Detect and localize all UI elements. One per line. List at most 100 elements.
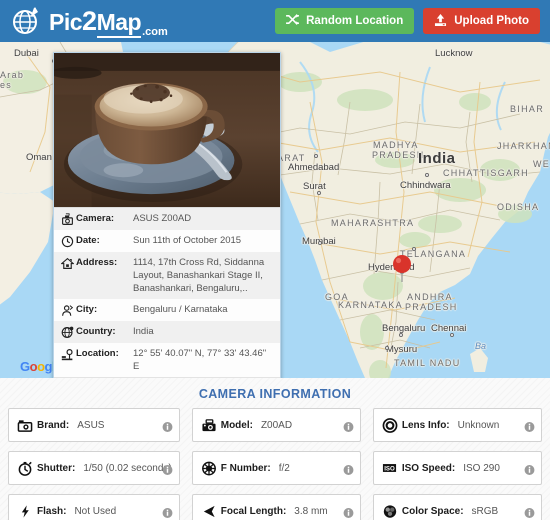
logo-dotcom: .com	[142, 25, 168, 38]
photo-info-panel: Camera: ASUS Z00AD Date: Sun 11th of Octobe…	[53, 52, 281, 378]
clock-icon	[60, 235, 75, 248]
camera-field-iso-speed[interactable]: ISO ISO Speed: ISO 290	[372, 451, 542, 485]
city-dot	[450, 333, 454, 337]
info-circle-icon[interactable]	[524, 463, 535, 475]
home-icon	[60, 257, 75, 270]
city-dot	[399, 333, 403, 337]
camera-icon	[60, 213, 75, 226]
city-dot	[314, 154, 318, 158]
camera-field-lens-info[interactable]: Lens Info: Unknown	[372, 408, 542, 442]
info-row-country: Country: India	[54, 321, 280, 343]
info-row-location: Location: 12° 55' 40.07" N, 77° 33' 43.46…	[54, 343, 280, 377]
info-circle-icon[interactable]	[162, 420, 173, 432]
camera-body-icon	[16, 417, 34, 433]
info-row-camera: Camera: ASUS Z00AD	[54, 208, 280, 230]
camera-front-icon	[200, 417, 218, 433]
random-location-button[interactable]: Random Location	[275, 8, 415, 34]
camera-field-key: Focal Length:	[220, 505, 287, 517]
info-circle-icon[interactable]	[343, 463, 354, 475]
logo[interactable]: Pic2Map.com	[12, 5, 168, 38]
camera-field-model[interactable]: Model: Z00AD	[191, 408, 361, 442]
camera-field-value: 3.8 mm	[294, 505, 328, 517]
camera-field-key: Model:	[220, 419, 253, 431]
info-key: Address:	[76, 257, 118, 268]
camera-information-grid: Brand: ASUS Model: Z00AD Lens Info: Unknown Sh…	[8, 408, 542, 520]
upload-photo-button[interactable]: Upload Photo	[423, 8, 540, 34]
flash-bolt-icon	[16, 503, 34, 519]
upload-icon	[434, 13, 447, 29]
cappuccino-photo[interactable]	[54, 53, 280, 208]
info-circle-icon[interactable]	[162, 463, 173, 475]
camera-field-color-space[interactable]: Color Space: sRGB	[372, 494, 542, 520]
info-key: Country:	[76, 326, 116, 337]
camera-field-key: ISO Speed:	[401, 462, 456, 474]
info-key: Camera:	[76, 213, 115, 224]
camera-field-value: f/2	[278, 462, 290, 474]
camera-field-value: sRGB	[471, 505, 499, 517]
info-rows: Camera: ASUS Z00AD Date: Sun 11th of Octobe…	[54, 208, 280, 377]
camera-field-flash[interactable]: Flash: Not Used	[8, 494, 180, 520]
camera-field-key: Lens Info:	[401, 419, 450, 431]
camera-information-section: CAMERA INFORMATION Brand: ASUS Model: Z00AD…	[0, 378, 550, 520]
camera-field-f-number[interactable]: F Number: f/2	[191, 451, 361, 485]
info-value: ASUS Z00AD	[133, 213, 192, 224]
focal-cone-icon	[200, 503, 218, 519]
camera-field-value: Not Used	[74, 505, 117, 517]
logo-prefix: Pic	[49, 8, 83, 35]
camera-field-shutter[interactable]: Shutter: 1/50 (0.02 seconds)	[8, 451, 180, 485]
camera-field-key: Color Space:	[401, 505, 464, 517]
camera-field-key: Brand:	[37, 419, 70, 431]
camera-field-key: Shutter:	[37, 462, 76, 474]
info-key: Date:	[76, 235, 100, 246]
info-circle-icon[interactable]	[524, 506, 535, 518]
camera-field-brand[interactable]: Brand: ASUS	[8, 408, 180, 442]
city-dot	[385, 346, 389, 350]
info-value: Bengaluru / Karnataka	[133, 304, 228, 315]
globe-pin-icon	[12, 6, 42, 36]
map-canvas[interactable]: Dubai Arab es Oman Lucknow MADHYA PRADESH India…	[0, 42, 550, 378]
app-header: Pic2Map.com Random Location Upload Photo	[0, 0, 550, 42]
camera-field-value: Z00AD	[260, 419, 293, 431]
logo-two: 2	[82, 5, 97, 36]
info-value: 12° 55' 40.07" N, 77° 33' 43.46" E	[133, 348, 267, 372]
info-row-address: Address: 1114, 17th Cross Rd, Siddanna La…	[54, 252, 280, 299]
globe-icon	[60, 326, 75, 339]
camera-field-key: F Number:	[220, 462, 271, 474]
info-value: 1114, 17th Cross Rd, Siddanna Layout, Ba…	[133, 257, 265, 294]
camera-field-value: ISO 290	[463, 462, 500, 474]
header-buttons: Random Location Upload Photo	[275, 8, 540, 34]
aperture-icon	[200, 460, 218, 476]
info-circle-icon[interactable]	[162, 506, 173, 518]
random-location-label: Random Location	[306, 15, 404, 27]
upload-photo-label: Upload Photo	[454, 15, 529, 27]
city-dot	[317, 191, 321, 195]
info-key: Location:	[76, 348, 119, 359]
city-dot	[425, 173, 429, 177]
city-dot	[400, 270, 404, 274]
camera-field-key: Flash:	[37, 505, 67, 517]
camera-field-value: Unknown	[457, 419, 500, 431]
camera-field-value: ASUS	[77, 419, 105, 431]
info-key: City:	[76, 304, 98, 315]
info-circle-icon[interactable]	[524, 420, 535, 432]
lens-circle-icon	[381, 417, 399, 433]
location-icon	[60, 348, 75, 361]
camera-field-value: 1/50 (0.02 seconds)	[83, 462, 172, 474]
info-value: India	[133, 326, 154, 337]
info-circle-icon[interactable]	[343, 420, 354, 432]
stopwatch-icon	[16, 460, 34, 476]
info-row-city: City: Bengaluru / Karnataka	[54, 299, 280, 321]
camera-information-title: CAMERA INFORMATION	[198, 387, 352, 401]
info-value: Sun 11th of October 2015	[133, 235, 242, 246]
logo-text: Pic2Map.com	[49, 5, 168, 38]
logo-map: Map	[96, 8, 142, 38]
info-row-date: Date: Sun 11th of October 2015	[54, 230, 280, 252]
svg-text:ISO: ISO	[385, 465, 396, 472]
shuffle-icon	[286, 14, 300, 28]
info-circle-icon[interactable]	[343, 506, 354, 518]
view-more-details-button[interactable]: View More Details	[54, 377, 280, 378]
color-space-icon	[381, 503, 399, 519]
camera-field-focal-length[interactable]: Focal Length: 3.8 mm	[191, 494, 361, 520]
pic2map-page: Pic2Map.com Random Location Upload Photo…	[0, 0, 550, 520]
city-dot	[412, 247, 416, 251]
